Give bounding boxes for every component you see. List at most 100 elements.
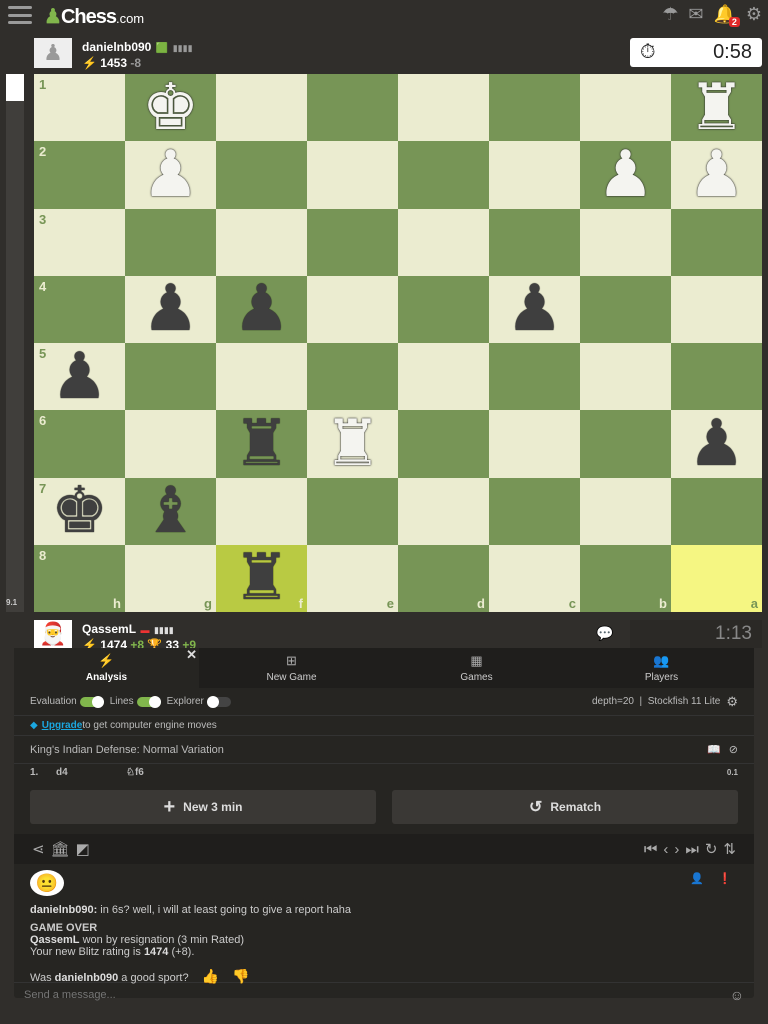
square-a8[interactable]: a	[671, 544, 762, 612]
square-h6[interactable]: 6	[34, 410, 125, 478]
black-king[interactable]: ♚	[51, 479, 108, 543]
square-f4[interactable]: ♟	[216, 275, 307, 343]
square-b7[interactable]	[580, 477, 671, 545]
last-move-icon[interactable]: ⏭	[685, 841, 699, 858]
square-g3[interactable]	[125, 208, 216, 276]
square-d7[interactable]	[398, 477, 489, 545]
new-game-button[interactable]: + New 3 min	[30, 790, 376, 824]
square-g6[interactable]	[125, 410, 216, 478]
square-b3[interactable]	[580, 208, 671, 276]
white-rook[interactable]: ♜	[688, 76, 745, 140]
next-move-icon[interactable]: ›	[674, 841, 679, 858]
square-e4[interactable]	[307, 275, 398, 343]
white-king[interactable]: ♚	[142, 76, 199, 140]
square-a6[interactable]: ♟	[671, 410, 762, 478]
black-pawn[interactable]: ♟	[51, 345, 108, 409]
square-h3[interactable]: 3	[34, 208, 125, 276]
square-d2[interactable]	[398, 141, 489, 209]
black-pawn[interactable]: ♟	[688, 412, 745, 476]
square-c6[interactable]	[489, 410, 580, 478]
square-a4[interactable]	[671, 275, 762, 343]
square-d1[interactable]	[398, 74, 489, 142]
rematch-button[interactable]: ↺ Rematch	[392, 790, 738, 824]
square-g7[interactable]: ♝	[125, 477, 216, 545]
hamburger-menu-icon[interactable]	[8, 6, 32, 24]
gear-icon[interactable]: ⚙	[746, 4, 762, 25]
square-h7[interactable]: 7 ♚	[34, 477, 125, 545]
bottom-player-avatar[interactable]: 🎅	[34, 620, 72, 648]
square-c4[interactable]: ♟	[489, 275, 580, 343]
square-f1[interactable]	[216, 74, 307, 142]
black-move[interactable]: f6	[135, 767, 144, 778]
square-h5[interactable]: 5 ♟	[34, 343, 125, 411]
engine-settings-gear-icon[interactable]: ⚙	[726, 694, 738, 710]
square-a2[interactable]: ♟	[671, 141, 762, 209]
square-f2[interactable]	[216, 141, 307, 209]
square-b2[interactable]: ♟	[580, 141, 671, 209]
black-pawn[interactable]: ♟	[233, 277, 290, 341]
thumbs-up-icon[interactable]: 👍	[202, 968, 219, 984]
square-e8[interactable]: e	[307, 544, 398, 612]
prev-move-icon[interactable]: ‹	[663, 841, 668, 858]
square-g5[interactable]	[125, 343, 216, 411]
square-g8[interactable]: g	[125, 544, 216, 612]
square-h1[interactable]: 1	[34, 74, 125, 142]
chess-logo[interactable]: ♟Chess.com	[44, 4, 144, 29]
mail-icon[interactable]: ✉	[688, 4, 703, 25]
square-a7[interactable]	[671, 477, 762, 545]
square-e6[interactable]: ♜	[307, 410, 398, 478]
square-f6[interactable]: ♜	[216, 410, 307, 478]
reload-icon[interactable]: ↻	[705, 840, 718, 858]
square-b8[interactable]: b	[580, 544, 671, 612]
report-icon[interactable]: ❗	[718, 872, 732, 885]
square-h4[interactable]: 4	[34, 275, 125, 343]
white-pawn[interactable]: ♟	[688, 143, 745, 207]
square-d3[interactable]	[398, 208, 489, 276]
white-pawn[interactable]: ♟	[142, 143, 199, 207]
tab-analysis[interactable]: ⚡ Analysis ✕	[14, 647, 199, 688]
black-rook[interactable]: ♜	[233, 546, 290, 610]
flip-board-icon[interactable]: ⇅	[723, 840, 736, 858]
square-e7[interactable]	[307, 477, 398, 545]
white-move[interactable]: d4	[56, 767, 126, 778]
square-c3[interactable]	[489, 208, 580, 276]
square-g4[interactable]: ♟	[125, 275, 216, 343]
square-d6[interactable]	[398, 410, 489, 478]
square-c7[interactable]	[489, 477, 580, 545]
top-player-name[interactable]: danielnb090	[82, 40, 151, 54]
chat-bubble-icon[interactable]: 💬	[596, 625, 613, 642]
close-icon[interactable]: ✕	[186, 647, 197, 663]
square-e5[interactable]	[307, 343, 398, 411]
compass-icon[interactable]: ⊘	[729, 743, 738, 756]
share-icon[interactable]: ⋖	[32, 840, 45, 858]
square-g1[interactable]: ♚	[125, 74, 216, 142]
square-f3[interactable]	[216, 208, 307, 276]
pawn-pointer-icon[interactable]: ☂	[662, 4, 678, 25]
thumbs-down-icon[interactable]: 👎	[232, 968, 249, 984]
black-pawn[interactable]: ♟	[506, 277, 563, 341]
bottom-player-name[interactable]: QassemL	[82, 622, 136, 636]
chat-message-input[interactable]	[24, 988, 730, 1001]
square-b6[interactable]	[580, 410, 671, 478]
evaluation-toggle[interactable]	[79, 695, 104, 708]
square-f5[interactable]	[216, 343, 307, 411]
square-d4[interactable]	[398, 275, 489, 343]
square-c1[interactable]	[489, 74, 580, 142]
museum-icon[interactable]: 🏛	[51, 840, 70, 858]
white-rook[interactable]: ♜	[324, 412, 381, 476]
square-e1[interactable]	[307, 74, 398, 142]
square-c5[interactable]	[489, 343, 580, 411]
lines-toggle[interactable]	[136, 695, 161, 708]
square-h8[interactable]: 8h	[34, 544, 125, 612]
square-d8[interactable]: d	[398, 544, 489, 612]
square-d5[interactable]	[398, 343, 489, 411]
square-c2[interactable]	[489, 141, 580, 209]
board-edit-icon[interactable]: ◩	[76, 840, 90, 858]
tab-games[interactable]: ▦ Games	[384, 648, 569, 688]
chess-board[interactable]: 1 ♚ ♜ 2 ♟ ♟ ♟ 3 4 ♟ ♟ ♟ 5 ♟ 6 ♜ ♜ ♟ 7 ♚ ♝ 8 h g f ♜ e d c b a	[34, 74, 762, 612]
tab-players[interactable]: 👥 Players	[569, 648, 754, 688]
square-e2[interactable]	[307, 141, 398, 209]
white-pawn[interactable]: ♟	[597, 143, 654, 207]
square-g2[interactable]: ♟	[125, 141, 216, 209]
square-e3[interactable]	[307, 208, 398, 276]
